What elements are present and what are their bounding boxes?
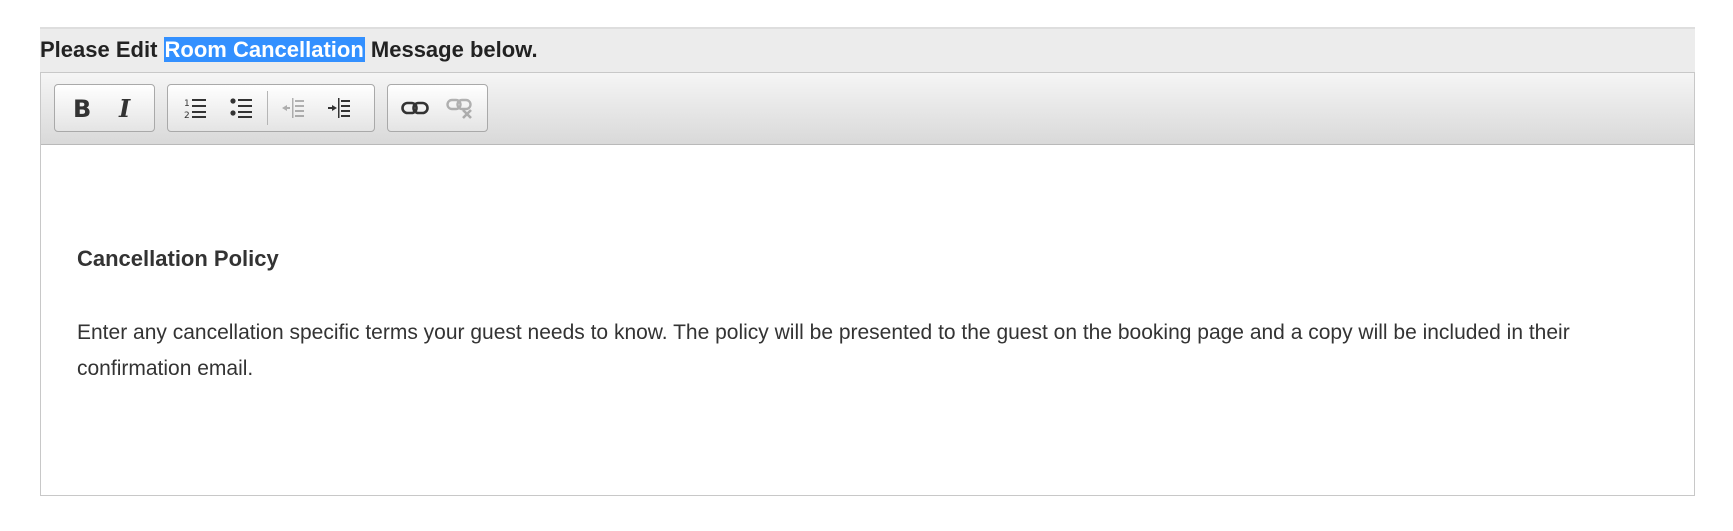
bulleted-list-icon bbox=[230, 98, 252, 118]
svg-text:I: I bbox=[118, 95, 131, 121]
decrease-indent-button[interactable] bbox=[270, 88, 316, 128]
toolbar-separator bbox=[267, 91, 268, 125]
policy-title: Cancellation Policy bbox=[77, 246, 279, 271]
bold-button[interactable]: B bbox=[60, 88, 105, 128]
heading-bar: Please Edit Room Cancellation Message be… bbox=[40, 27, 1695, 73]
unlink-button[interactable] bbox=[438, 88, 483, 128]
svg-text:2: 2 bbox=[184, 111, 190, 120]
increase-indent-button[interactable] bbox=[316, 88, 362, 128]
unlink-icon bbox=[446, 98, 472, 119]
link-icon bbox=[401, 101, 430, 115]
toolbar-group-basic-styles: B I bbox=[54, 84, 155, 132]
toolbar-group-paragraph: 1 2 bbox=[167, 84, 375, 132]
bold-icon: B bbox=[73, 95, 91, 121]
heading-suffix: Message below. bbox=[370, 37, 538, 62]
bulleted-list-button[interactable] bbox=[219, 88, 265, 128]
numbered-list-button[interactable]: 1 2 bbox=[173, 88, 219, 128]
svg-text:1: 1 bbox=[184, 99, 190, 109]
outdent-icon bbox=[282, 98, 304, 118]
toolbar-group-links bbox=[387, 84, 488, 132]
policy-body: Enter any cancellation specific terms yo… bbox=[77, 321, 1570, 380]
svg-text:B: B bbox=[73, 95, 91, 121]
page: Please Edit Room Cancellation Message be… bbox=[0, 0, 1733, 531]
rich-text-editor: B I 1 2 Cancellation Policy Enter any ca… bbox=[40, 72, 1695, 496]
heading-prefix: Please Edit bbox=[40, 37, 158, 62]
link-button[interactable] bbox=[393, 88, 438, 128]
editor-toolbar: B I 1 2 bbox=[41, 73, 1694, 145]
numbered-list-icon: 1 2 bbox=[184, 99, 206, 120]
page-heading: Please Edit Room Cancellation Message be… bbox=[40, 34, 538, 66]
italic-button[interactable]: I bbox=[105, 88, 150, 128]
indent-icon bbox=[328, 98, 350, 118]
heading-highlight: Room Cancellation bbox=[163, 37, 365, 62]
editor-content-area[interactable]: Cancellation Policy Enter any cancellati… bbox=[77, 145, 1658, 495]
italic-icon: I bbox=[118, 95, 131, 121]
